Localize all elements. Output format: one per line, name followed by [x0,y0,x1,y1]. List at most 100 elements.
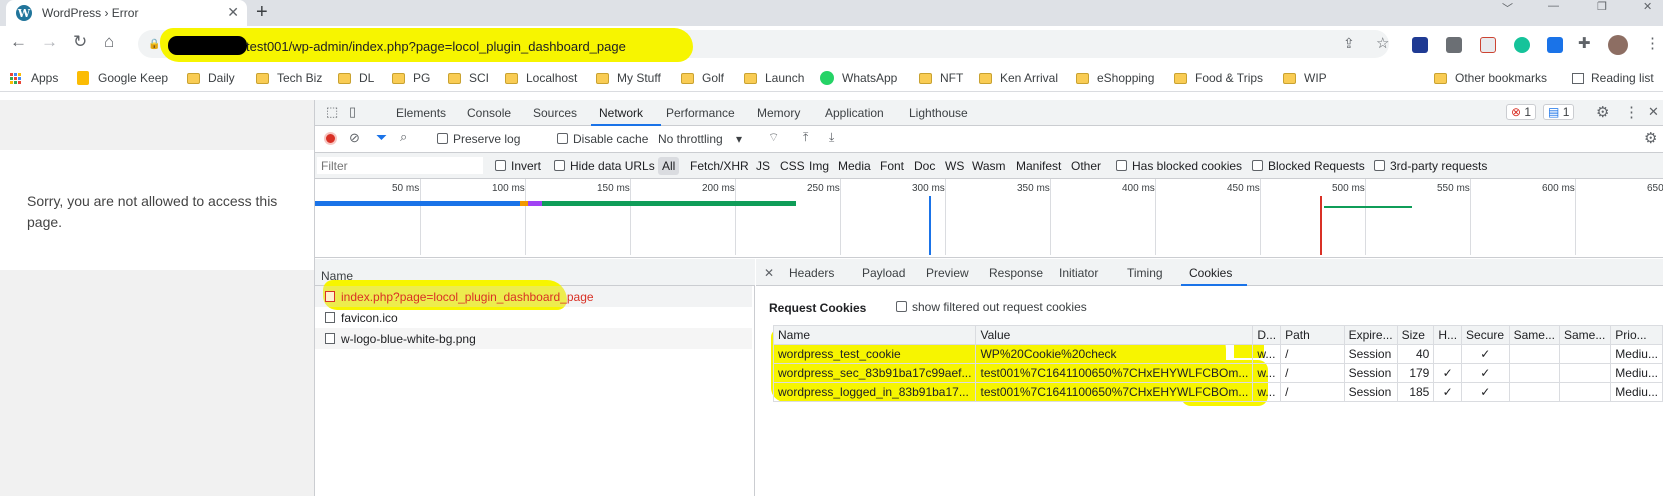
cookie-row[interactable]: wordpress_test_cookie WP%20Cookie%20chec… [772,344,1663,364]
bookmark-launch[interactable]: Launch [744,71,804,85]
reload-icon[interactable]: ↻ [73,32,87,52]
request-row-selected[interactable]: index.php?page=locol_plugin_dashboard_pa… [315,286,752,307]
import-har-icon[interactable]: ⤒ [803,130,808,145]
url-text[interactable]: test001/wp-admin/index.php?page=locol_pl… [246,39,626,54]
preserve-log-checkbox[interactable]: Preserve log [437,132,520,146]
col-value[interactable]: Value [975,325,1254,345]
filter-type-media[interactable]: Media [838,153,871,179]
forward-icon[interactable]: → [41,32,58,52]
col-sameparty[interactable]: Same... [1558,325,1612,345]
tab-application[interactable]: Application [825,106,884,120]
col-path[interactable]: Path [1280,325,1345,345]
col-httponly[interactable]: H... [1433,325,1463,345]
network-settings-icon[interactable]: ⚙ [1644,129,1657,147]
show-filtered-cookies-checkbox[interactable]: show filtered out request cookies [896,300,1087,314]
close-tab-icon[interactable]: ✕ [227,4,239,21]
record-icon[interactable] [324,132,337,145]
extension-gear-icon[interactable] [1547,37,1563,53]
bookmark-whatsapp[interactable]: WhatsApp [820,71,897,85]
bookmark-sci[interactable]: SCI [448,71,489,85]
export-har-icon[interactable]: ⤓ [829,130,834,145]
invert-checkbox[interactable]: Invert [495,153,541,179]
minimize-icon[interactable]: — [1548,0,1559,12]
other-bookmarks[interactable]: Other bookmarks [1434,71,1547,85]
bookmark-my-stuff[interactable]: My Stuff [596,71,661,85]
tab-lighthouse[interactable]: Lighthouse [909,106,968,120]
tab-network[interactable]: Network [599,106,643,120]
bookmark-tech-biz[interactable]: Tech Biz [256,71,322,85]
bookmark-localhost[interactable]: Localhost [505,71,577,85]
tab-performance[interactable]: Performance [666,106,735,120]
filter-type-all[interactable]: All [658,157,680,175]
tab-timing[interactable]: Timing [1127,266,1163,280]
tab-payload[interactable]: Payload [862,266,905,280]
bookmark-dl[interactable]: DL [338,71,374,85]
col-samesite[interactable]: Same... [1508,325,1560,345]
extensions-puzzle-icon[interactable]: ✚ [1578,34,1591,52]
cookie-row[interactable]: wordpress_logged_in_83b91ba17... test001… [772,382,1663,402]
disable-cache-checkbox[interactable]: Disable cache [557,132,648,146]
tab-elements[interactable]: Elements [396,106,446,120]
bookmark-google-keep[interactable]: Google Keep [77,71,168,85]
filter-type-wasm[interactable]: Wasm [972,153,1006,179]
tab-preview[interactable]: Preview [926,266,969,280]
col-name[interactable]: Name [772,325,977,345]
close-devtools-icon[interactable]: ✕ [1648,104,1659,120]
tab-initiator[interactable]: Initiator [1059,266,1098,280]
tab-cookies[interactable]: Cookies [1189,266,1232,280]
col-expires[interactable]: Expire... [1343,325,1398,345]
extension-icon[interactable] [1446,37,1462,53]
col-size[interactable]: Size [1396,325,1435,345]
filter-type-img[interactable]: Img [809,153,829,179]
tab-memory[interactable]: Memory [757,106,800,120]
filter-funnel-icon[interactable]: ⏷ [376,129,387,146]
col-secure[interactable]: Secure [1461,325,1510,345]
bookmark-star-icon[interactable]: ☆ [1376,34,1389,52]
filter-type-manifest[interactable]: Manifest [1016,153,1061,179]
filter-type-font[interactable]: Font [880,153,904,179]
cookie-row[interactable]: wordpress_sec_83b91ba17c99aef... test001… [772,363,1663,383]
request-row[interactable]: w-logo-blue-white-bg.png [315,328,752,349]
network-conditions-icon[interactable]: ⌔ [768,130,779,145]
bookmark-ken-arrival[interactable]: Ken Arrival [979,71,1058,85]
back-icon[interactable]: ← [10,32,27,52]
settings-gear-icon[interactable]: ⚙ [1596,103,1609,121]
bookmark-pg[interactable]: PG [392,71,430,85]
tab-search-icon[interactable]: ﹀ [1502,0,1513,16]
blocked-requests-checkbox[interactable]: Blocked Requests [1252,153,1365,179]
browser-tab[interactable]: W WordPress › Error ✕ [6,0,247,26]
filter-type-css[interactable]: CSS [780,153,805,179]
filter-type-js[interactable]: JS [756,153,770,179]
errors-badge[interactable]: ⊗ 1 [1506,104,1537,120]
close-details-icon[interactable]: ✕ [764,266,774,280]
extension-chart-icon[interactable] [1412,37,1428,53]
throttling-select[interactable]: No throttling ▾ [658,132,742,146]
bookmark-wip[interactable]: WIP [1283,71,1327,85]
hide-data-urls-checkbox[interactable]: Hide data URLs [554,153,655,179]
reading-list[interactable]: Reading list [1572,71,1654,85]
device-toolbar-icon[interactable]: ▯ [349,104,356,120]
third-party-checkbox[interactable]: 3rd-party requests [1374,153,1487,179]
has-blocked-cookies-checkbox[interactable]: Has blocked cookies [1116,153,1242,179]
col-domain[interactable]: D... [1252,325,1282,345]
filter-type-doc[interactable]: Doc [914,153,935,179]
request-row[interactable]: favicon.ico [315,307,752,328]
close-window-icon[interactable]: ✕ [1643,0,1652,13]
clear-icon[interactable]: ⊘ [349,130,360,146]
bookmark-eshopping[interactable]: eShopping [1076,71,1154,85]
bookmark-nft[interactable]: NFT [919,71,963,85]
new-tab-icon[interactable]: + [256,1,268,24]
filter-type-fetch-xhr[interactable]: Fetch/XHR [690,153,749,179]
grammarly-icon[interactable] [1514,37,1530,53]
profile-avatar[interactable] [1608,35,1628,55]
tab-console[interactable]: Console [467,106,511,120]
tab-headers[interactable]: Headers [789,266,834,280]
search-icon[interactable]: ⌕ [400,129,407,145]
bookmark-food-trips[interactable]: Food & Trips [1174,71,1263,85]
col-priority[interactable]: Prio... [1610,325,1663,345]
timeline-overview[interactable]: 50 ms 100 ms 150 ms 200 ms 250 ms 300 ms… [315,179,1663,258]
bookmark-daily[interactable]: Daily [187,71,235,85]
tab-sources[interactable]: Sources [533,106,577,120]
share-icon[interactable]: ⇪ [1343,35,1355,52]
extension-slides-icon[interactable] [1480,37,1496,53]
